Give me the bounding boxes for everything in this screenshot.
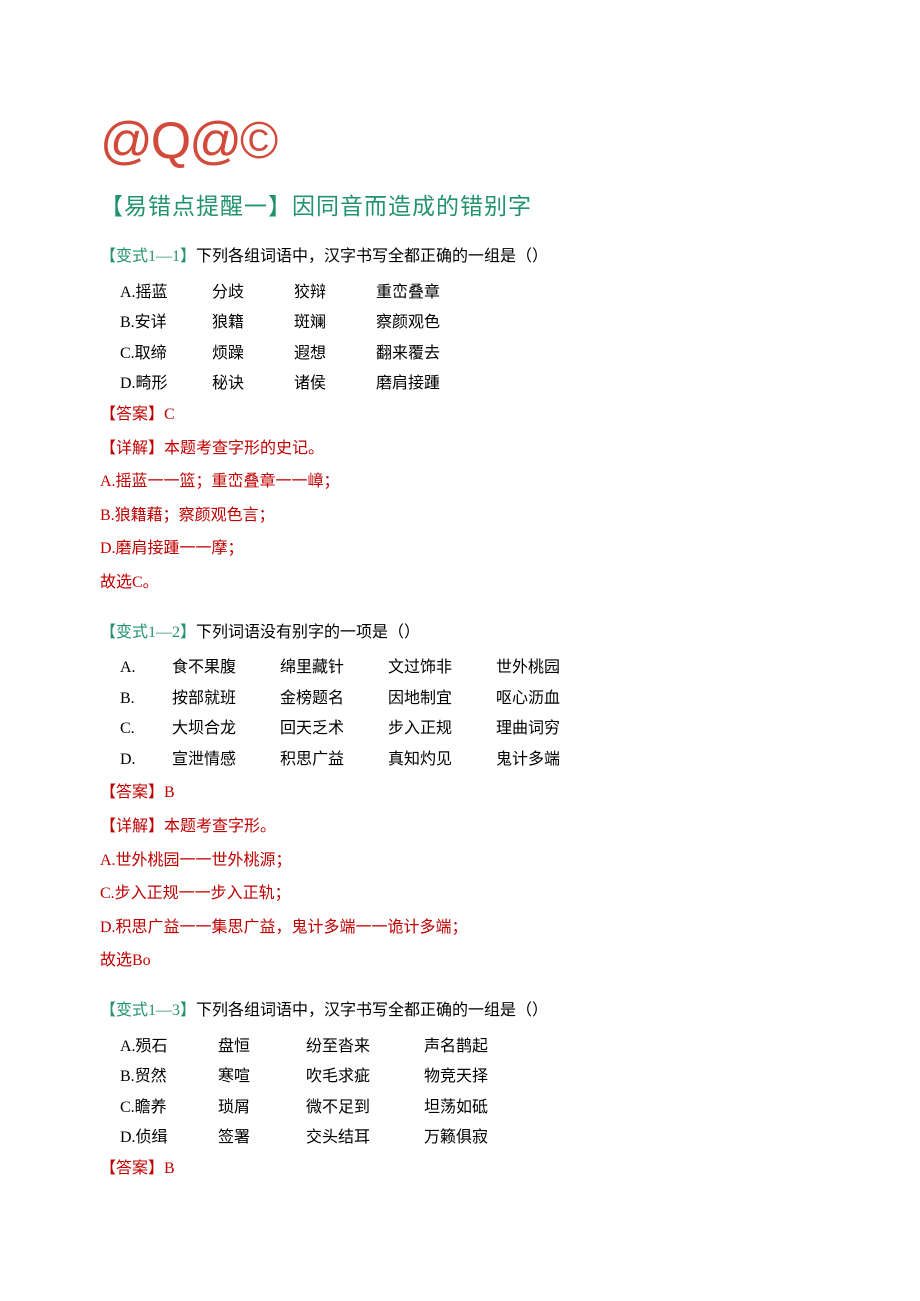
q1-options: A.摇蓝 分歧 狡辩 重峦叠章 B.安详 狼籍 斑斓 察颜观色 C.取缔 烦躁 … — [100, 280, 820, 397]
q3-answer: 【答案】B — [100, 1156, 820, 1182]
answer-label: 【答案】 — [100, 406, 164, 423]
q1-detail: 【详解】本题考查字形的史记。 — [100, 436, 820, 462]
q3-opt-b: B.贸然 寒喧 吹毛求疵 物竞天择 — [100, 1064, 820, 1090]
q2-opt-d: D. 宣泄情感 积思广益 真知灼见 鬼计多端 — [100, 747, 820, 773]
q1-opt-b: B.安详 狼籍 斑斓 察颜观色 — [100, 310, 820, 336]
q2-opt-a: A. 食不果腹 绵里藏针 文过饰非 世外桃园 — [100, 655, 820, 681]
q1-label: 【变式1—1】 — [100, 248, 196, 265]
q1-expl-b: B.狼籍藉；察颜观色言； — [100, 503, 820, 529]
q2-detail: 【详解】本题考查字形。 — [100, 814, 820, 840]
answer-label: 【答案】 — [100, 1160, 164, 1177]
q1-opt-c: C.取缔 烦躁 遐想 翻来覆去 — [100, 341, 820, 367]
q1-conclude: 故选C。 — [100, 570, 820, 596]
detail-label: 【详解】 — [100, 818, 164, 835]
q2-expl-d: D.积思广益一一集思广益，鬼计多端一一诡计多端； — [100, 915, 820, 941]
q2-label: 【变式1—2】 — [100, 624, 196, 641]
q2-stem: 【变式1—2】下列词语没有别字的一项是（） — [100, 620, 820, 646]
q3-opt-d: D.侦缉 签署 交头结耳 万籁俱寂 — [100, 1125, 820, 1151]
q2-answer: 【答案】B — [100, 780, 820, 806]
q1-stem: 【变式1—1】下列各组词语中，汉字书写全都正确的一组是（） — [100, 244, 820, 270]
q2-options: A. 食不果腹 绵里藏针 文过饰非 世外桃园 B. 按部就班 金榜题名 因地制宜… — [100, 655, 820, 772]
answer-label: 【答案】 — [100, 784, 164, 801]
q1-opt-a: A.摇蓝 分歧 狡辩 重峦叠章 — [100, 280, 820, 306]
q2-stem-text: 下列词语没有别字的一项是（） — [196, 624, 420, 641]
document-page: @Q@© 【易错点提醒一】因同音而造成的错别字 【变式1—1】下列各组词语中，汉… — [0, 0, 920, 1301]
q1-opt-d: D.畸形 秘诀 诸侯 磨肩接踵 — [100, 371, 820, 397]
q2-opt-c: C. 大坝合龙 回天乏术 步入正规 理曲词穷 — [100, 716, 820, 742]
q1-expl-d: D.磨肩接踵一一摩； — [100, 536, 820, 562]
answer-value: B — [164, 784, 175, 801]
q2-expl-a: A.世外桃园一一世外桃源； — [100, 848, 820, 874]
q2-conclude: 故选Bo — [100, 948, 820, 974]
section-heading: 【易错点提醒一】因同音而造成的错别字 — [100, 189, 820, 226]
q1-stem-text: 下列各组词语中，汉字书写全都正确的一组是（） — [196, 248, 548, 265]
q1-expl-a: A.摇蓝一一篮；重峦叠章一一嶂； — [100, 469, 820, 495]
q2-opt-b: B. 按部就班 金榜题名 因地制宜 呕心沥血 — [100, 686, 820, 712]
q3-opt-a: A.殒石 盘恒 纷至沓来 声名鹊起 — [100, 1034, 820, 1060]
answer-value: C — [164, 406, 175, 423]
detail-text: 本题考查字形的史记。 — [164, 440, 324, 457]
detail-text: 本题考查字形。 — [164, 818, 276, 835]
logo: @Q@© — [100, 100, 820, 183]
q2-expl-c: C.步入正规一一步入正轨； — [100, 881, 820, 907]
q3-options: A.殒石 盘恒 纷至沓来 声名鹊起 B.贸然 寒喧 吹毛求疵 物竞天择 C.瞻养… — [100, 1034, 820, 1151]
q3-stem-text: 下列各组词语中，汉字书写全都正确的一组是（） — [196, 1002, 548, 1019]
q3-opt-c: C.瞻养 琐屑 微不足到 坦荡如砥 — [100, 1095, 820, 1121]
q1-answer: 【答案】C — [100, 402, 820, 428]
q3-label: 【变式1—3】 — [100, 1002, 196, 1019]
answer-value: B — [164, 1160, 175, 1177]
q3-stem: 【变式1—3】下列各组词语中，汉字书写全都正确的一组是（） — [100, 998, 820, 1024]
detail-label: 【详解】 — [100, 440, 164, 457]
